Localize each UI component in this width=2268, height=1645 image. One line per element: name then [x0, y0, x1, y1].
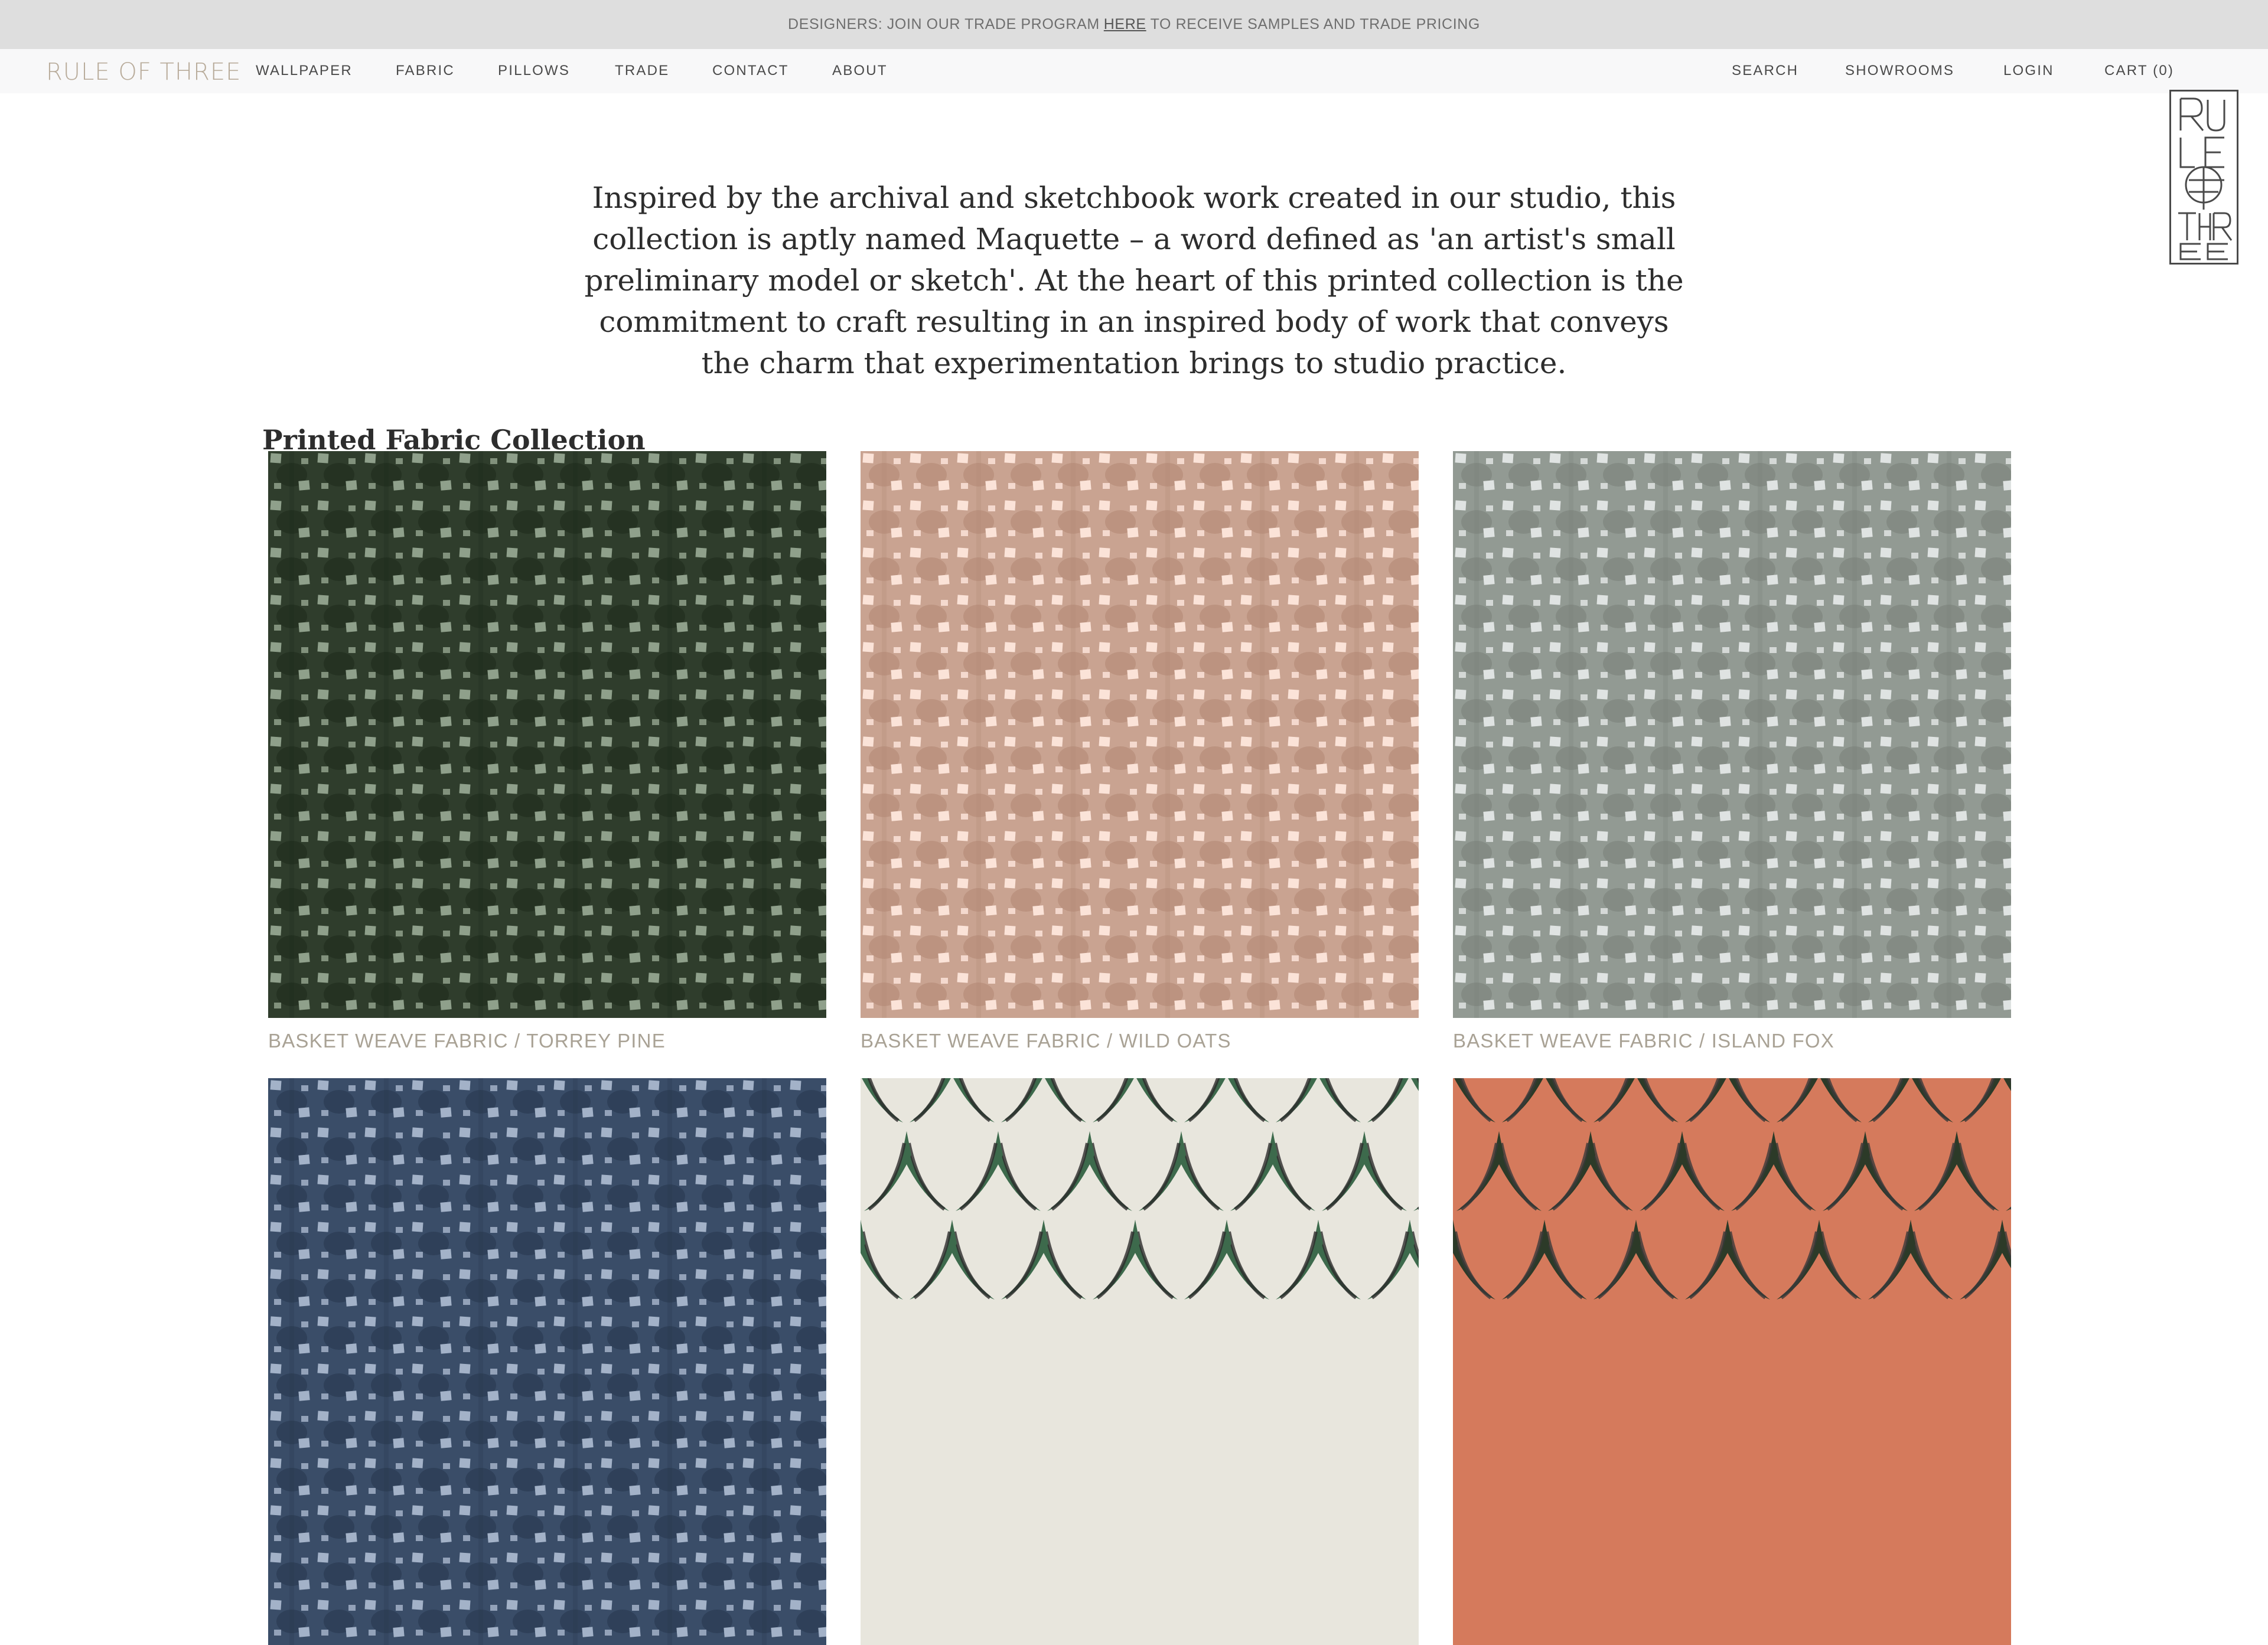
product-image-marble-green[interactable]	[861, 1078, 1419, 1645]
product-title-wild-oats[interactable]: BASKET WEAVE FABRIC / WILD OATS	[861, 1030, 1231, 1052]
main-navigation: RULE OF THREE WALLPAPER FABRIC PILLOWS T…	[0, 49, 2268, 93]
brand-logo[interactable]: RULE OF THREE	[46, 58, 240, 87]
product-image-navy-weave[interactable]	[268, 1078, 826, 1645]
brand-monogram-badge[interactable]	[2169, 90, 2238, 265]
product-image-wild-oats[interactable]	[861, 451, 1419, 1018]
product-title-island-fox[interactable]: BASKET WEAVE FABRIC / ISLAND FOX	[1453, 1030, 1834, 1052]
nav-fabric[interactable]: FABRIC	[396, 63, 455, 79]
nav-trade[interactable]: TRADE	[615, 63, 669, 79]
nav-cart[interactable]: CART (0)	[2104, 63, 2174, 79]
nav-pillows[interactable]: PILLOWS	[498, 63, 570, 79]
nav-login[interactable]: LOGIN	[2003, 63, 2054, 79]
product-image-marble-terracotta[interactable]	[1453, 1078, 2011, 1645]
announcement-bar: DESIGNERS: JOIN OUR TRADE PROGRAM HERE T…	[0, 0, 2268, 49]
trade-program-link[interactable]: HERE	[1104, 16, 1146, 33]
nav-showrooms[interactable]: SHOWROOMS	[1845, 63, 1954, 79]
nav-about[interactable]: ABOUT	[832, 63, 888, 79]
product-image-torrey-pine[interactable]	[268, 451, 826, 1018]
announcement-prefix: DESIGNERS: JOIN OUR TRADE PROGRAM	[788, 16, 1100, 32]
product-image-island-fox[interactable]	[1453, 451, 2011, 1018]
monogram-logo-icon	[2178, 97, 2233, 260]
announcement-suffix: TO RECEIVE SAMPLES AND TRADE PRICING	[1150, 16, 1480, 32]
collection-intro: Inspired by the archival and sketchbook …	[584, 181, 1684, 380]
nav-contact[interactable]: CONTACT	[712, 63, 789, 79]
nav-search[interactable]: SEARCH	[1732, 63, 1798, 79]
nav-wallpaper[interactable]: WALLPAPER	[256, 63, 353, 79]
product-title-torrey-pine[interactable]: BASKET WEAVE FABRIC / TORREY PINE	[268, 1030, 666, 1052]
